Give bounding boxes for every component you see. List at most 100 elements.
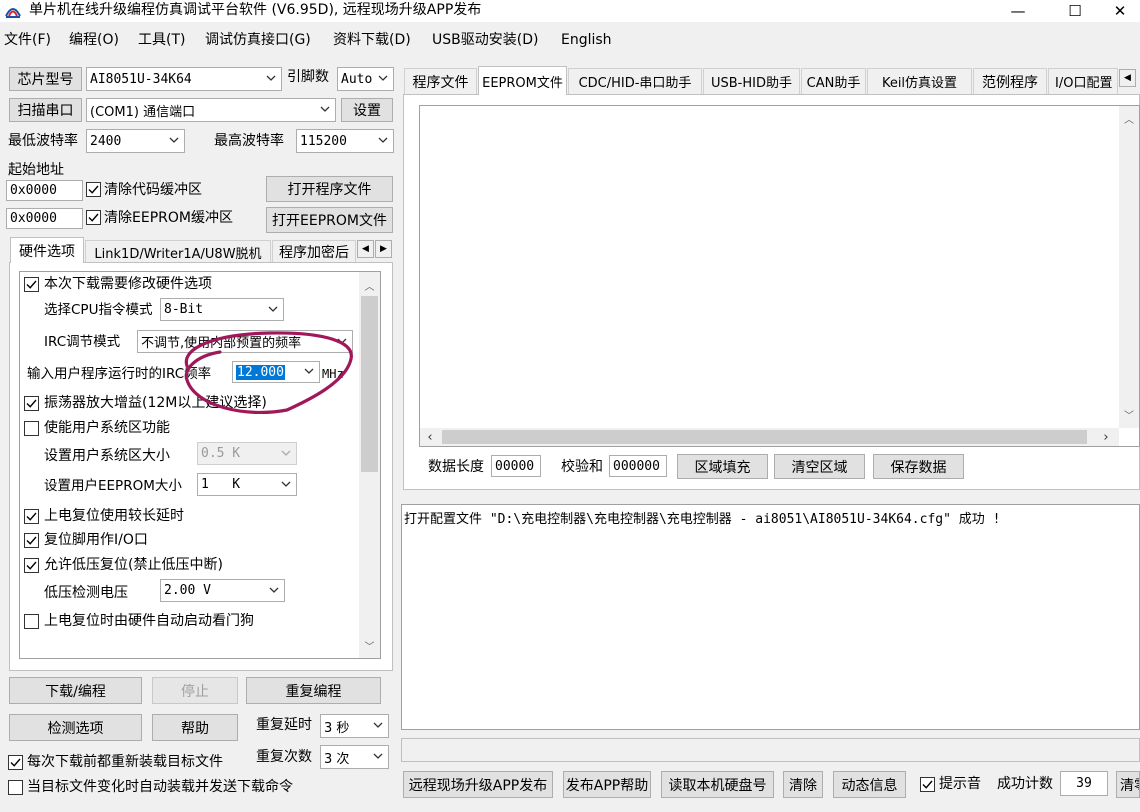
low-voltage-reset-label: 允许低压复位(禁止低压中断)	[44, 557, 223, 573]
tab-keil-settings[interactable]: Keil仿真设置	[867, 68, 972, 94]
min-baud-select[interactable]: 2400	[86, 129, 185, 153]
tab-usb-hid[interactable]: USB-HID助手	[703, 68, 800, 94]
max-baud-select[interactable]: 115200	[296, 129, 394, 153]
clear-eeprom-buffer-label: 清除EEPROM缓冲区	[104, 210, 233, 226]
log-output[interactable]	[401, 504, 1140, 730]
menu-program[interactable]: 编程(O)	[69, 33, 119, 47]
scroll-right-icon[interactable]: ›	[1098, 428, 1114, 446]
modify-hardware-checkbox[interactable]	[24, 277, 39, 292]
chevron-down-icon	[266, 75, 276, 81]
port-settings-button[interactable]: 设置	[341, 98, 393, 122]
reset-count-button[interactable]: 清零	[1116, 771, 1140, 798]
checksum-label: 校验和	[561, 459, 603, 475]
open-program-file-button[interactable]: 打开程序文件	[266, 176, 393, 202]
horizontal-scroll-thumb[interactable]	[442, 430, 1087, 444]
code-start-address-input[interactable]: 0x0000	[6, 180, 83, 201]
chip-model-button[interactable]: 芯片型号	[9, 67, 82, 91]
checkmark-icon	[922, 780, 933, 789]
clear-code-buffer-checkbox[interactable]	[86, 182, 101, 197]
tab-hardware-options[interactable]: 硬件选项	[10, 237, 84, 263]
tab-cdc-hid-serial[interactable]: CDC/HID-串口助手	[568, 68, 702, 94]
tab-scroll-right-icon[interactable]: ▶	[375, 240, 392, 258]
menu-debug[interactable]: 调试仿真接口(G)	[205, 33, 311, 47]
tab-examples[interactable]: 范例程序	[973, 68, 1047, 94]
remote-upgrade-publish-button[interactable]: 远程现场升级APP发布	[403, 771, 553, 798]
clear-area-button[interactable]: 清空区域	[774, 454, 865, 479]
power-reset-delay-checkbox[interactable]	[24, 509, 39, 524]
menu-english[interactable]: English	[561, 33, 612, 47]
tab-encryption[interactable]: 程序加密后	[272, 240, 356, 263]
menu-downloads[interactable]: 资料下载(D)	[333, 33, 411, 47]
data-length-label: 数据长度	[428, 459, 484, 475]
eeprom-hex-view	[419, 105, 1140, 447]
pin-count-label: 引脚数	[287, 69, 329, 85]
auto-load-checkbox[interactable]	[8, 780, 23, 795]
scan-port-button[interactable]: 扫描串口	[9, 98, 82, 122]
reset-pin-io-checkbox[interactable]	[24, 533, 39, 548]
watchdog-label: 上电复位时由硬件自动启动看门狗	[44, 613, 254, 629]
scroll-up-icon[interactable]: ︿	[1119, 110, 1139, 126]
repeat-count-label: 重复次数	[256, 749, 312, 765]
tab-io-config[interactable]: I/O口配置	[1048, 68, 1118, 94]
scroll-up-icon[interactable]: ︿	[359, 276, 380, 294]
tab-can[interactable]: CAN助手	[801, 68, 866, 94]
checksum-field[interactable]: 000000	[609, 455, 667, 477]
stop-button[interactable]: 停止	[152, 677, 238, 704]
eeprom-size-select[interactable]: 1 K	[197, 473, 297, 496]
menu-tools[interactable]: 工具(T)	[138, 33, 185, 47]
hex-view-vertical-scrollbar[interactable]	[1119, 106, 1139, 428]
publish-app-help-button[interactable]: 发布APP帮助	[563, 771, 651, 798]
menu-usb-driver[interactable]: USB驱动安装(D)	[432, 33, 538, 47]
repeat-count-select[interactable]: 3 次	[320, 745, 389, 769]
watchdog-checkbox[interactable]	[24, 614, 39, 629]
cpu-mode-label: 选择CPU指令模式	[44, 302, 153, 318]
low-voltage-select[interactable]: 2.00 V	[160, 579, 285, 602]
chevron-down-icon	[281, 481, 291, 487]
repeat-delay-select[interactable]: 3 秒	[320, 714, 389, 738]
system-area-size-select[interactable]: 0.5 K	[197, 442, 297, 465]
read-disk-id-button[interactable]: 读取本机硬盘号	[661, 771, 774, 798]
eeprom-start-address-input[interactable]: 0x0000	[6, 208, 83, 229]
checkmark-icon	[26, 512, 37, 521]
oscillator-gain-checkbox[interactable]	[24, 396, 39, 411]
save-data-button[interactable]: 保存数据	[873, 454, 964, 479]
data-length-field[interactable]: 00000	[491, 455, 541, 477]
tab-scroll-left-icon[interactable]: ◀	[1119, 69, 1136, 87]
status-strip	[401, 738, 1140, 762]
cpu-mode-select[interactable]: 8-Bit	[160, 298, 284, 321]
scroll-left-icon[interactable]: ‹	[422, 428, 438, 446]
tab-offline-programmer[interactable]: Link1D/Writer1A/U8W脱机	[85, 240, 271, 263]
chevron-down-icon	[373, 753, 383, 759]
detect-options-button[interactable]: 检测选项	[9, 714, 142, 741]
window-title: 单片机在线升级编程仿真调试平台软件 (V6.95D), 远程现场升级APP发布	[29, 2, 482, 18]
area-fill-button[interactable]: 区域填充	[677, 454, 768, 479]
pin-count-select[interactable]: Auto	[337, 67, 394, 91]
reload-target-checkbox[interactable]	[8, 755, 23, 770]
low-voltage-label: 低压检测电压	[44, 585, 128, 601]
close-button[interactable]: ✕	[1100, 0, 1140, 22]
clear-log-button[interactable]: 清除	[783, 771, 823, 798]
com-port-select[interactable]: (COM1) 通信端口	[86, 98, 336, 122]
help-button[interactable]: 帮助	[152, 714, 238, 741]
low-voltage-reset-checkbox[interactable]	[24, 558, 39, 573]
chip-model-select[interactable]: AI8051U-34K64	[86, 67, 282, 91]
menu-file[interactable]: 文件(F)	[4, 33, 51, 47]
sound-checkbox[interactable]	[920, 777, 935, 792]
open-eeprom-file-button[interactable]: 打开EEPROM文件	[266, 207, 393, 233]
scroll-thumb[interactable]	[361, 296, 378, 472]
chevron-down-icon	[378, 137, 388, 143]
tab-program-file[interactable]: 程序文件	[404, 68, 477, 94]
checkmark-icon	[88, 185, 99, 194]
tab-eeprom-file[interactable]: EEPROM文件	[478, 66, 567, 95]
user-system-area-checkbox[interactable]	[24, 421, 39, 436]
scroll-down-icon[interactable]: ﹀	[359, 636, 380, 654]
minimize-button[interactable]: —	[995, 0, 1041, 22]
tab-scroll-left-icon[interactable]: ◀	[357, 240, 374, 258]
annotation-circle	[184, 331, 353, 414]
clear-eeprom-buffer-checkbox[interactable]	[86, 210, 101, 225]
maximize-button[interactable]: ☐	[1052, 0, 1098, 22]
reprogram-button[interactable]: 重复编程	[246, 677, 381, 704]
scroll-down-icon[interactable]: ﹀	[1119, 406, 1139, 422]
dynamic-info-button[interactable]: 动态信息	[833, 771, 906, 798]
download-program-button[interactable]: 下载/编程	[9, 677, 142, 704]
